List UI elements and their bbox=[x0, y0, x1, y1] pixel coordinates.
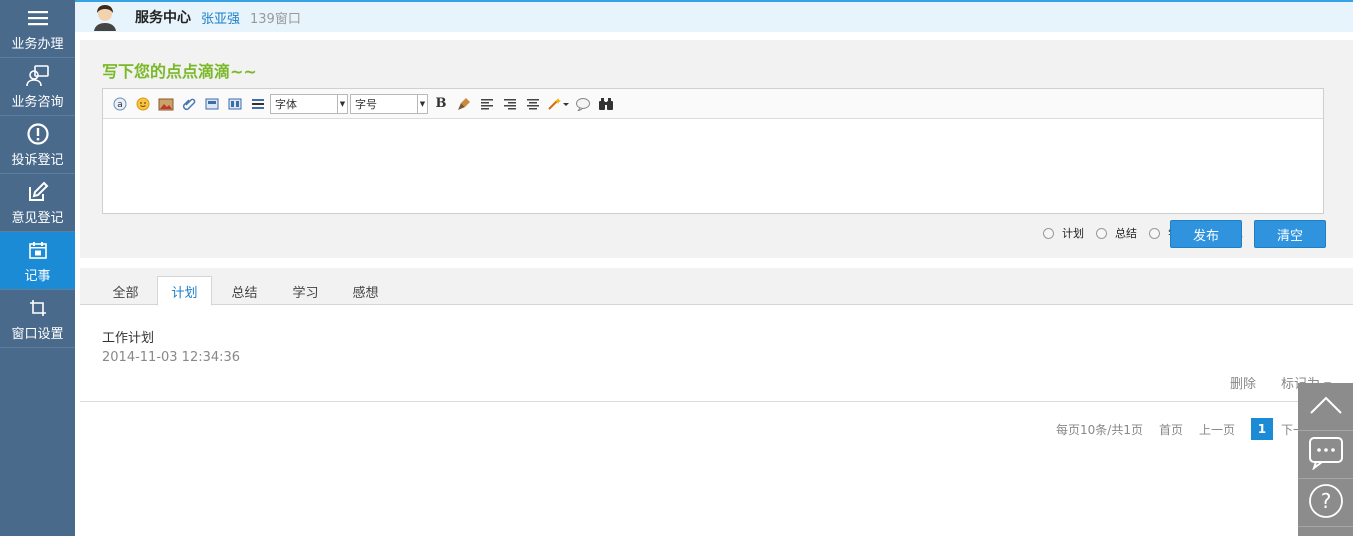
first-page-link[interactable]: 首页 bbox=[1159, 421, 1183, 438]
alert-icon bbox=[26, 122, 49, 146]
tab-plan[interactable]: 计划 bbox=[157, 276, 212, 306]
align-center-icon[interactable] bbox=[522, 94, 544, 114]
current-page[interactable]: 1 bbox=[1250, 418, 1273, 440]
category-label: 总结 bbox=[1115, 227, 1137, 240]
sidebar-item-label: 业务办理 bbox=[11, 36, 64, 52]
font-size-select[interactable]: 字号 ▼ bbox=[350, 93, 428, 114]
sidebar-item-label: 意见登记 bbox=[11, 210, 64, 226]
tab-thoughts[interactable]: 感想 bbox=[338, 276, 393, 306]
editor-heading: 写下您的点点滴滴~~ bbox=[102, 62, 257, 81]
crop-icon bbox=[29, 296, 47, 320]
speech-bubble-icon[interactable] bbox=[572, 94, 594, 114]
chevron-down-icon: ▼ bbox=[337, 94, 347, 113]
back-to-top-button[interactable] bbox=[1298, 383, 1353, 431]
sidebar-item-label: 记事 bbox=[24, 268, 51, 284]
format-brush-icon[interactable] bbox=[453, 94, 475, 114]
magic-wand-icon[interactable] bbox=[545, 94, 571, 114]
category-radio-plan[interactable] bbox=[1043, 227, 1054, 239]
sidebar-item-opinion[interactable]: 意见登记 bbox=[0, 174, 75, 232]
pagination: 每页10条/共1页 首页 上一页 1 下一页 bbox=[1056, 418, 1333, 440]
category-radio-summary[interactable] bbox=[1096, 227, 1107, 239]
entry-title[interactable]: 工作计划 bbox=[102, 327, 154, 346]
font-family-select[interactable]: 字体 ▼ bbox=[270, 93, 348, 114]
svg-text:a: a bbox=[117, 100, 123, 110]
bold-icon[interactable]: B bbox=[430, 94, 452, 114]
sidebar-item-label: 投诉登记 bbox=[11, 152, 64, 168]
binoculars-icon[interactable] bbox=[595, 94, 617, 114]
note-text-area[interactable] bbox=[103, 119, 1323, 213]
emoji-icon[interactable] bbox=[132, 94, 154, 114]
attachment-icon[interactable] bbox=[178, 94, 200, 114]
rich-text-editor: a 字体 ▼ 字号 ▼ B bbox=[102, 88, 1324, 214]
chat-button[interactable] bbox=[1298, 431, 1353, 479]
align-right-icon[interactable] bbox=[499, 94, 521, 114]
svg-text:?: ? bbox=[1320, 489, 1331, 513]
sidebar-item-label: 业务咨询 bbox=[11, 94, 64, 110]
editor-toolbar: a 字体 ▼ 字号 ▼ B bbox=[103, 89, 1323, 119]
edit-icon bbox=[27, 180, 49, 204]
chat-icon bbox=[1308, 436, 1344, 474]
top-bar: 服务中心 张亚强 139窗口 bbox=[75, 0, 1353, 32]
divider bbox=[80, 401, 1353, 402]
horizontal-rule-icon[interactable] bbox=[247, 94, 269, 114]
sidebar-item-window-settings[interactable]: 窗口设置 bbox=[0, 290, 75, 348]
user-name-link[interactable]: 张亚强 bbox=[201, 8, 240, 27]
publish-button[interactable]: 发布 bbox=[1170, 220, 1242, 248]
clear-button[interactable]: 清空 bbox=[1254, 220, 1326, 248]
window-label: 139窗口 bbox=[250, 11, 301, 27]
page-title: 服务中心 bbox=[135, 10, 191, 26]
avatar bbox=[91, 3, 119, 31]
insert-columns-icon[interactable] bbox=[224, 94, 246, 114]
insert-block-icon[interactable] bbox=[201, 94, 223, 114]
consult-icon bbox=[25, 64, 50, 88]
chevron-up-icon bbox=[1309, 395, 1343, 419]
filter-tabs: 全部 计划 总结 学习 感想 bbox=[80, 268, 1353, 306]
help-icon: ? bbox=[1308, 483, 1344, 523]
calendar-icon bbox=[28, 238, 47, 262]
sidebar-item-notes[interactable]: 记事 bbox=[0, 232, 75, 290]
help-button[interactable]: ? bbox=[1298, 479, 1353, 527]
category-radio-study[interactable] bbox=[1149, 227, 1160, 239]
image-icon[interactable] bbox=[155, 94, 177, 114]
sidebar-item-complaint[interactable]: 投诉登记 bbox=[0, 116, 75, 174]
sidebar-item-consult[interactable]: 业务咨询 bbox=[0, 58, 75, 116]
tab-summary[interactable]: 总结 bbox=[217, 276, 272, 306]
at-icon[interactable]: a bbox=[109, 94, 131, 114]
chevron-down-icon: ▼ bbox=[417, 94, 427, 113]
tab-study[interactable]: 学习 bbox=[278, 276, 333, 306]
floating-dock: ? bbox=[1298, 383, 1353, 536]
page-summary: 每页10条/共1页 bbox=[1056, 422, 1143, 437]
sidebar: 业务办理 业务咨询 投诉登记 意见登记 记事 窗口设置 bbox=[0, 0, 75, 536]
align-left-icon[interactable] bbox=[476, 94, 498, 114]
delete-link[interactable]: 删除 bbox=[1230, 373, 1256, 392]
category-label: 计划 bbox=[1062, 227, 1084, 240]
note-editor-panel: 写下您的点点滴滴~~ a 字体▼ 字号▼ B 计划 总结 学习 bbox=[80, 40, 1353, 258]
prev-page-link[interactable]: 上一页 bbox=[1199, 421, 1235, 438]
entry-timestamp: 2014-11-03 12:34:36 bbox=[102, 350, 241, 365]
sidebar-item-label: 窗口设置 bbox=[11, 326, 64, 342]
sidebar-item-business[interactable]: 业务办理 bbox=[0, 0, 75, 58]
menu-icon bbox=[27, 6, 48, 30]
tab-all[interactable]: 全部 bbox=[98, 276, 153, 306]
